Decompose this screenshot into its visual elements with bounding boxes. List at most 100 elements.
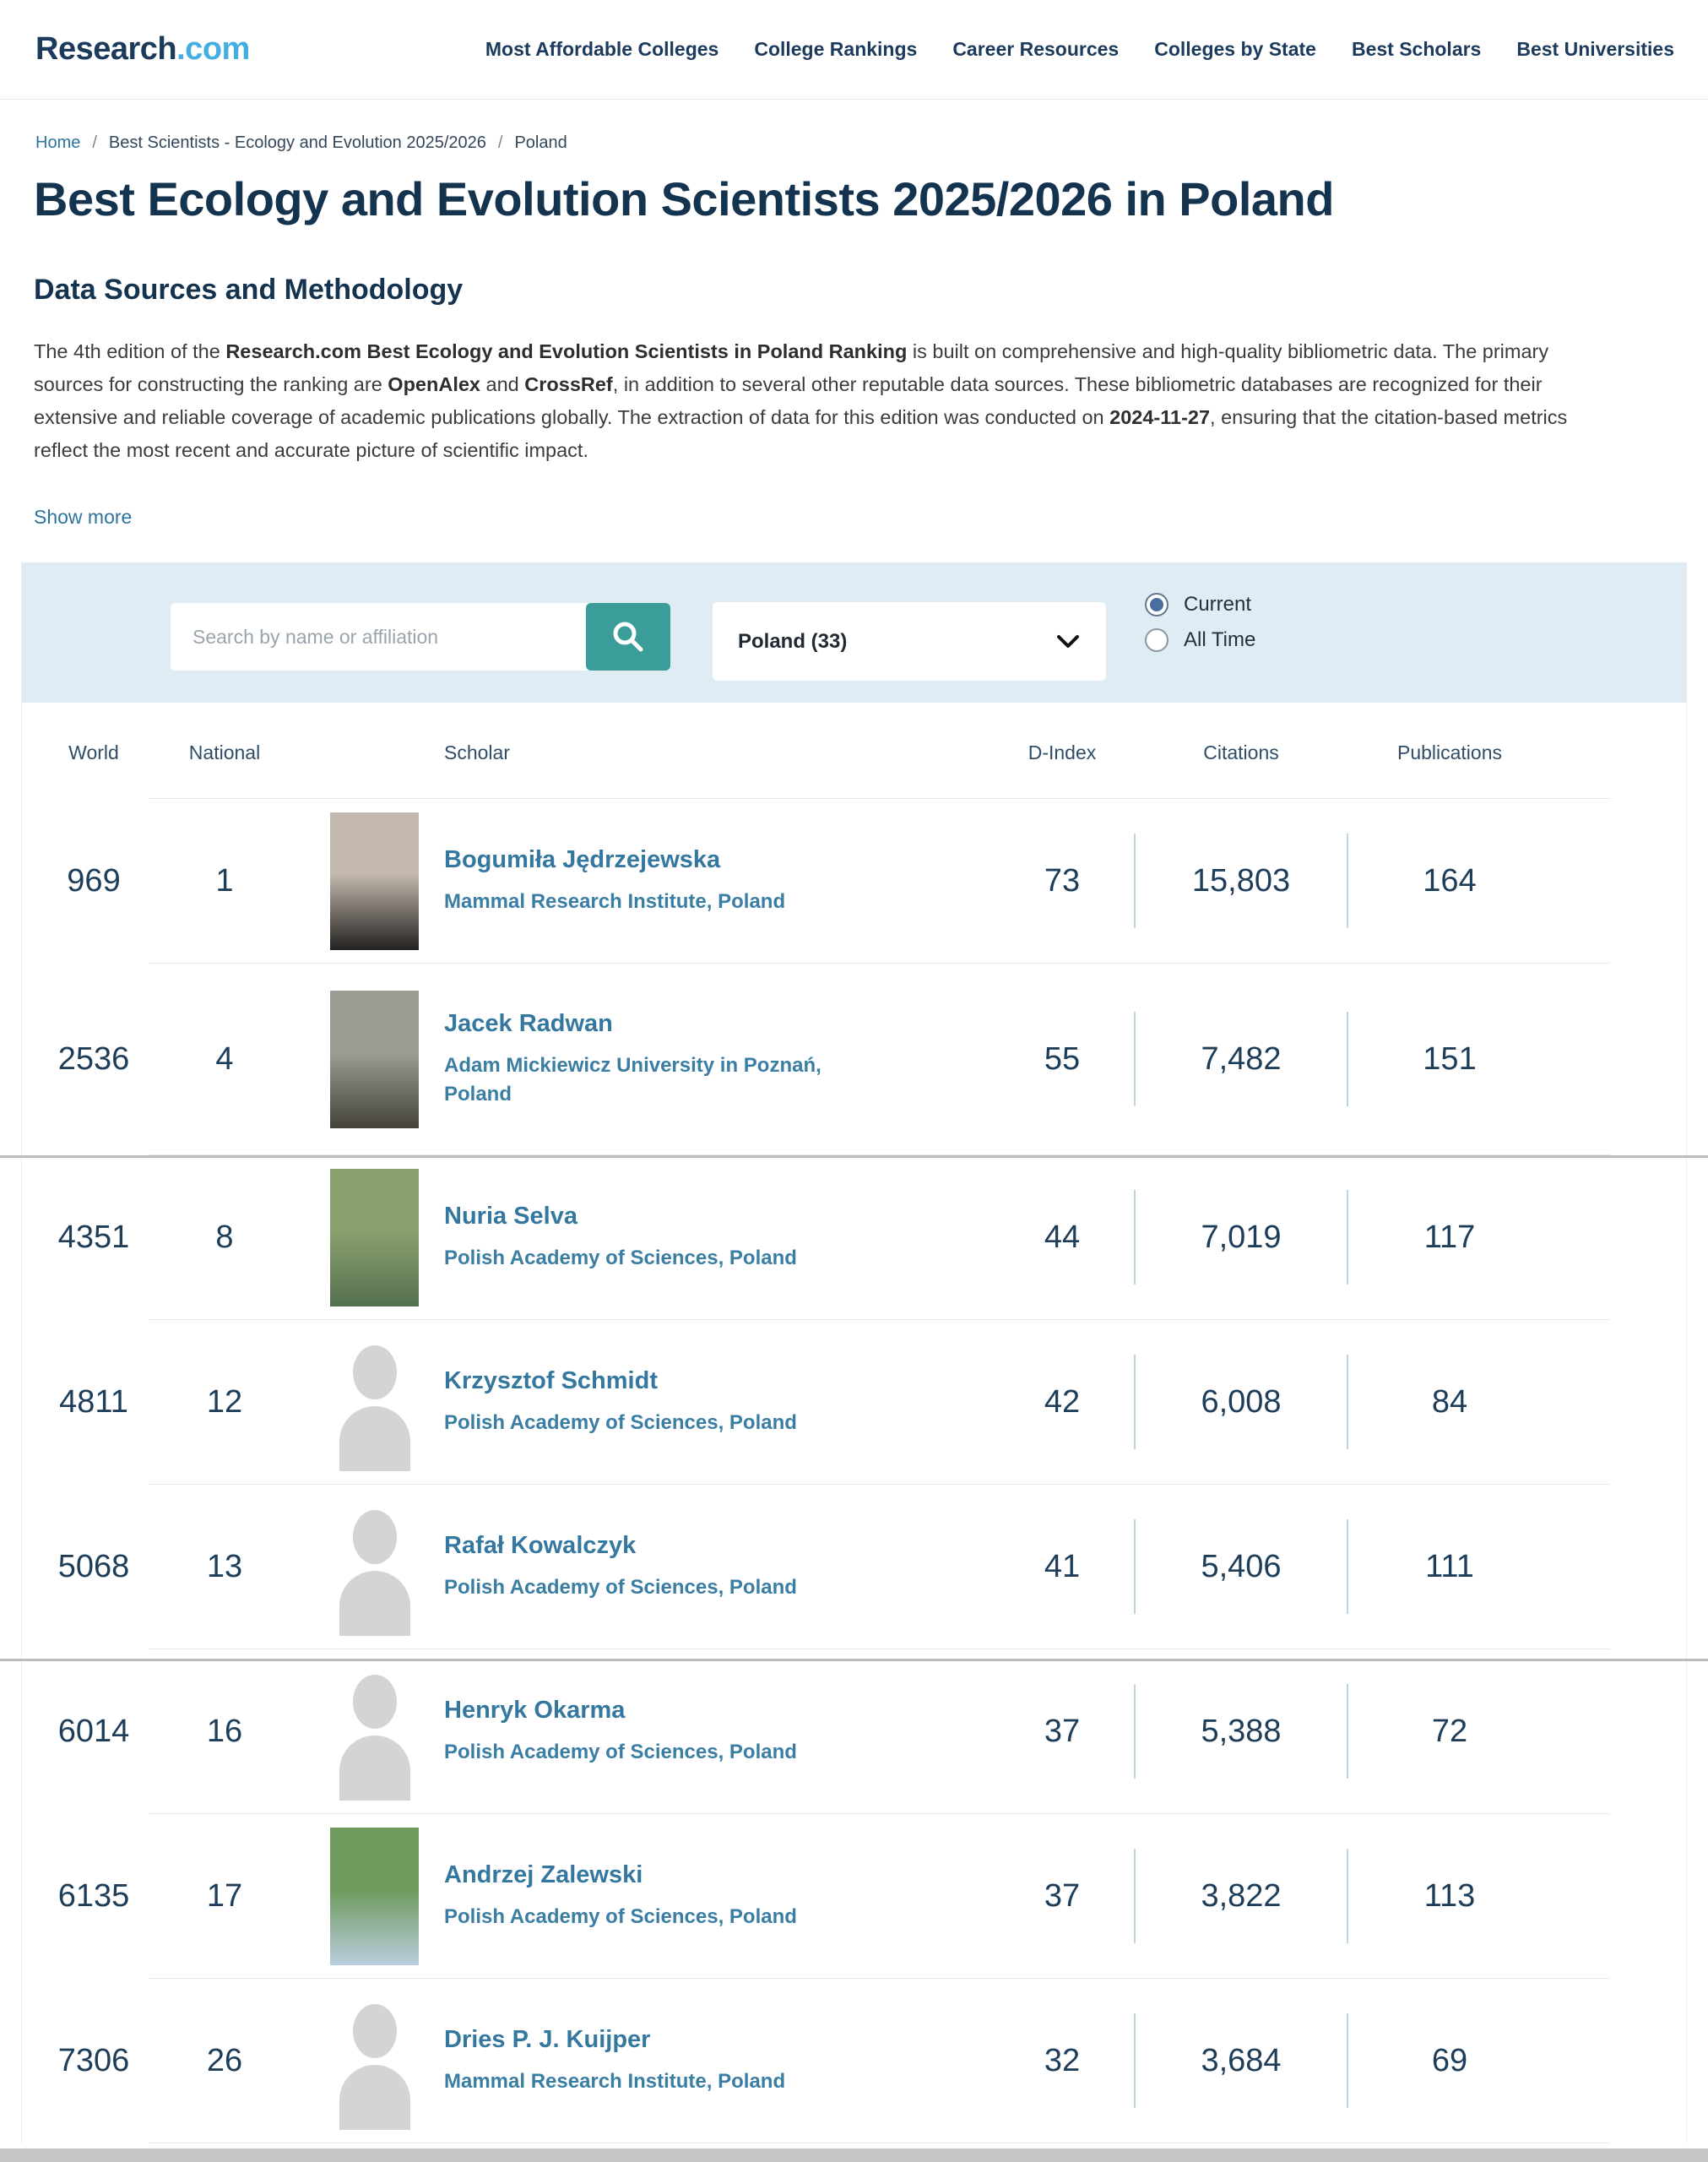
metrics-group: 557,482151 <box>990 1012 1551 1106</box>
page-shadow-line <box>0 1155 1708 1158</box>
radio-option-all-time[interactable]: All Time <box>1145 628 1255 652</box>
scholar-photo <box>330 1169 419 1306</box>
nav-item-colleges-by-state[interactable]: Colleges by State <box>1154 38 1316 61</box>
person-icon <box>353 1510 397 1564</box>
breadcrumb-item-1[interactable]: Home <box>35 133 80 153</box>
scholar-cell: Dries P. J. KuijperMammal Research Insti… <box>444 2026 990 2096</box>
scholar-avatar-placeholder <box>330 1663 419 1801</box>
national-rank-value: 13 <box>165 1549 284 1585</box>
scholar-photo-cell <box>330 1334 419 1471</box>
scholar-name-link[interactable]: Andrzej Zalewski <box>444 1861 643 1889</box>
scholar-name-link[interactable]: Krzysztof Schmidt <box>444 1367 658 1395</box>
scholar-affiliation: Polish Academy of Sciences, Poland <box>444 1903 849 1931</box>
publications-value: 164 <box>1348 863 1551 899</box>
research-com-logo[interactable]: Research.com <box>35 31 250 68</box>
radio-unselected-icon[interactable] <box>1145 628 1168 652</box>
radio-selected-icon[interactable] <box>1145 593 1168 617</box>
citations-value: 15,803 <box>1136 863 1347 899</box>
person-icon <box>353 2004 397 2058</box>
ranking-card: Poland (33) CurrentAll Time World Nation… <box>21 562 1687 2143</box>
logo-text-suffix: .com <box>176 31 250 67</box>
page-title: Best Ecology and Evolution Scientists 20… <box>0 153 1708 226</box>
nav-item-college-rankings[interactable]: College Rankings <box>754 38 917 61</box>
breadcrumb-item-2: Best Scientists - Ecology and Evolution … <box>109 133 486 153</box>
world-rank-value: 2536 <box>22 1041 165 1078</box>
scholar-cell: Henryk Okarma Polish Academy of Sciences,… <box>444 1697 990 1767</box>
nav-item-career-resources[interactable]: Career Resources <box>952 38 1119 61</box>
national-rank-value: 12 <box>165 1384 284 1421</box>
person-icon <box>353 1675 397 1729</box>
scholar-photo <box>330 812 419 950</box>
horizontal-scrollbar[interactable] <box>0 2148 1708 2162</box>
scholar-affiliation: Polish Academy of Sciences, Poland <box>444 1738 849 1767</box>
citations-value: 5,388 <box>1136 1714 1347 1750</box>
country-dropdown[interactable]: Poland (33) <box>713 602 1106 681</box>
publications-value: 117 <box>1348 1220 1551 1256</box>
search-icon <box>610 619 646 655</box>
column-header-d-index: D-Index <box>990 741 1134 764</box>
radio-label: All Time <box>1184 628 1255 652</box>
world-rank-value: 969 <box>22 863 165 899</box>
search-input[interactable] <box>171 603 589 671</box>
methodology-heading: Data Sources and Methodology <box>0 226 1708 307</box>
citations-value: 5,406 <box>1136 1549 1347 1585</box>
citations-value: 7,019 <box>1136 1220 1347 1256</box>
breadcrumb-separator: / <box>92 133 97 153</box>
citations-value: 6,008 <box>1136 1384 1347 1421</box>
d-index-value: 42 <box>990 1384 1134 1421</box>
citations-value: 3,822 <box>1136 1878 1347 1915</box>
breadcrumb: Home / Best Scientists - Ecology and Evolu… <box>0 100 1708 153</box>
scholar-name-link[interactable]: Bogumiła Jędrzejewska <box>444 846 720 874</box>
national-rank-value: 16 <box>165 1714 284 1750</box>
metrics-group: 447,019117 <box>990 1190 1551 1285</box>
citations-value: 3,684 <box>1136 2043 1347 2079</box>
column-header-citations: Citations <box>1136 741 1347 764</box>
search-button[interactable] <box>586 603 670 671</box>
metrics-group: 323,68469 <box>990 2013 1551 2108</box>
scholar-name-link[interactable]: Henryk Okarma <box>444 1697 625 1725</box>
publications-value: 111 <box>1348 1549 1551 1585</box>
scholar-name-link[interactable]: Rafał Kowalczyk <box>444 1532 636 1560</box>
scholar-cell: Krzysztof Schmidt Polish Academy of Scien… <box>444 1367 990 1437</box>
search-group <box>171 603 670 671</box>
methodology-bold-segment: 2024-11-27 <box>1109 406 1210 428</box>
nav-item-most-affordable-colleges[interactable]: Most Affordable Colleges <box>485 38 718 61</box>
scholar-cell: Andrzej Zalewski Polish Academy of Scienc… <box>444 1861 990 1931</box>
nav-item-best-universities[interactable]: Best Universities <box>1516 38 1674 61</box>
methodology-text-segment: The 4th edition of the <box>34 340 225 362</box>
scholar-name-link[interactable]: Dries P. J. Kuijper <box>444 2026 650 2054</box>
scholar-photo-cell <box>330 1498 419 1636</box>
radio-label: Current <box>1184 593 1251 617</box>
scholar-affiliation: Polish Academy of Sciences, Poland <box>444 1573 849 1602</box>
world-rank-value: 4351 <box>22 1220 165 1256</box>
table-row: 9691Bogumiła JędrzejewskaMammal Research… <box>22 799 1686 963</box>
scholar-cell: Jacek RadwanAdam Mickiewicz University i… <box>444 1010 990 1109</box>
person-icon <box>339 1571 410 1636</box>
scholar-affiliation: Polish Academy of Sciences, Poland <box>444 1409 849 1437</box>
publications-value: 72 <box>1348 1714 1551 1750</box>
scholar-photo-cell <box>330 991 419 1128</box>
scholar-photo <box>330 1828 419 1965</box>
scholar-name-link[interactable]: Nuria Selva <box>444 1203 577 1230</box>
scholar-name-link[interactable]: Jacek Radwan <box>444 1010 613 1038</box>
metrics-group: 373,822113 <box>990 1849 1551 1943</box>
column-header-scholar: Scholar <box>444 741 990 764</box>
column-header-world: World <box>22 741 165 764</box>
show-more-link[interactable]: Show more <box>34 506 132 529</box>
d-index-value: 44 <box>990 1220 1134 1256</box>
methodology-bold-segment: OpenAlex <box>388 373 480 395</box>
d-index-value: 55 <box>990 1041 1134 1078</box>
nav-item-best-scholars[interactable]: Best Scholars <box>1352 38 1481 61</box>
publications-value: 69 <box>1348 2043 1551 2079</box>
radio-option-current[interactable]: Current <box>1145 593 1255 617</box>
main-nav: Most Affordable Colleges College Rankings… <box>485 38 1674 61</box>
methodology-bold-segment: Research.com Best Ecology and Evolution … <box>225 340 907 362</box>
page-shadow-line <box>0 1659 1708 1661</box>
national-rank-value: 8 <box>165 1220 284 1256</box>
breadcrumb-separator: / <box>498 133 503 153</box>
country-dropdown-value: Poland (33) <box>738 630 847 654</box>
time-range-radio-group: Current All Time <box>1145 593 1255 652</box>
table-row: 601416Henryk OkarmaPolish Academy of Sci… <box>22 1649 1686 1813</box>
logo-text-primary: Research <box>35 31 176 67</box>
publications-value: 84 <box>1348 1384 1551 1421</box>
